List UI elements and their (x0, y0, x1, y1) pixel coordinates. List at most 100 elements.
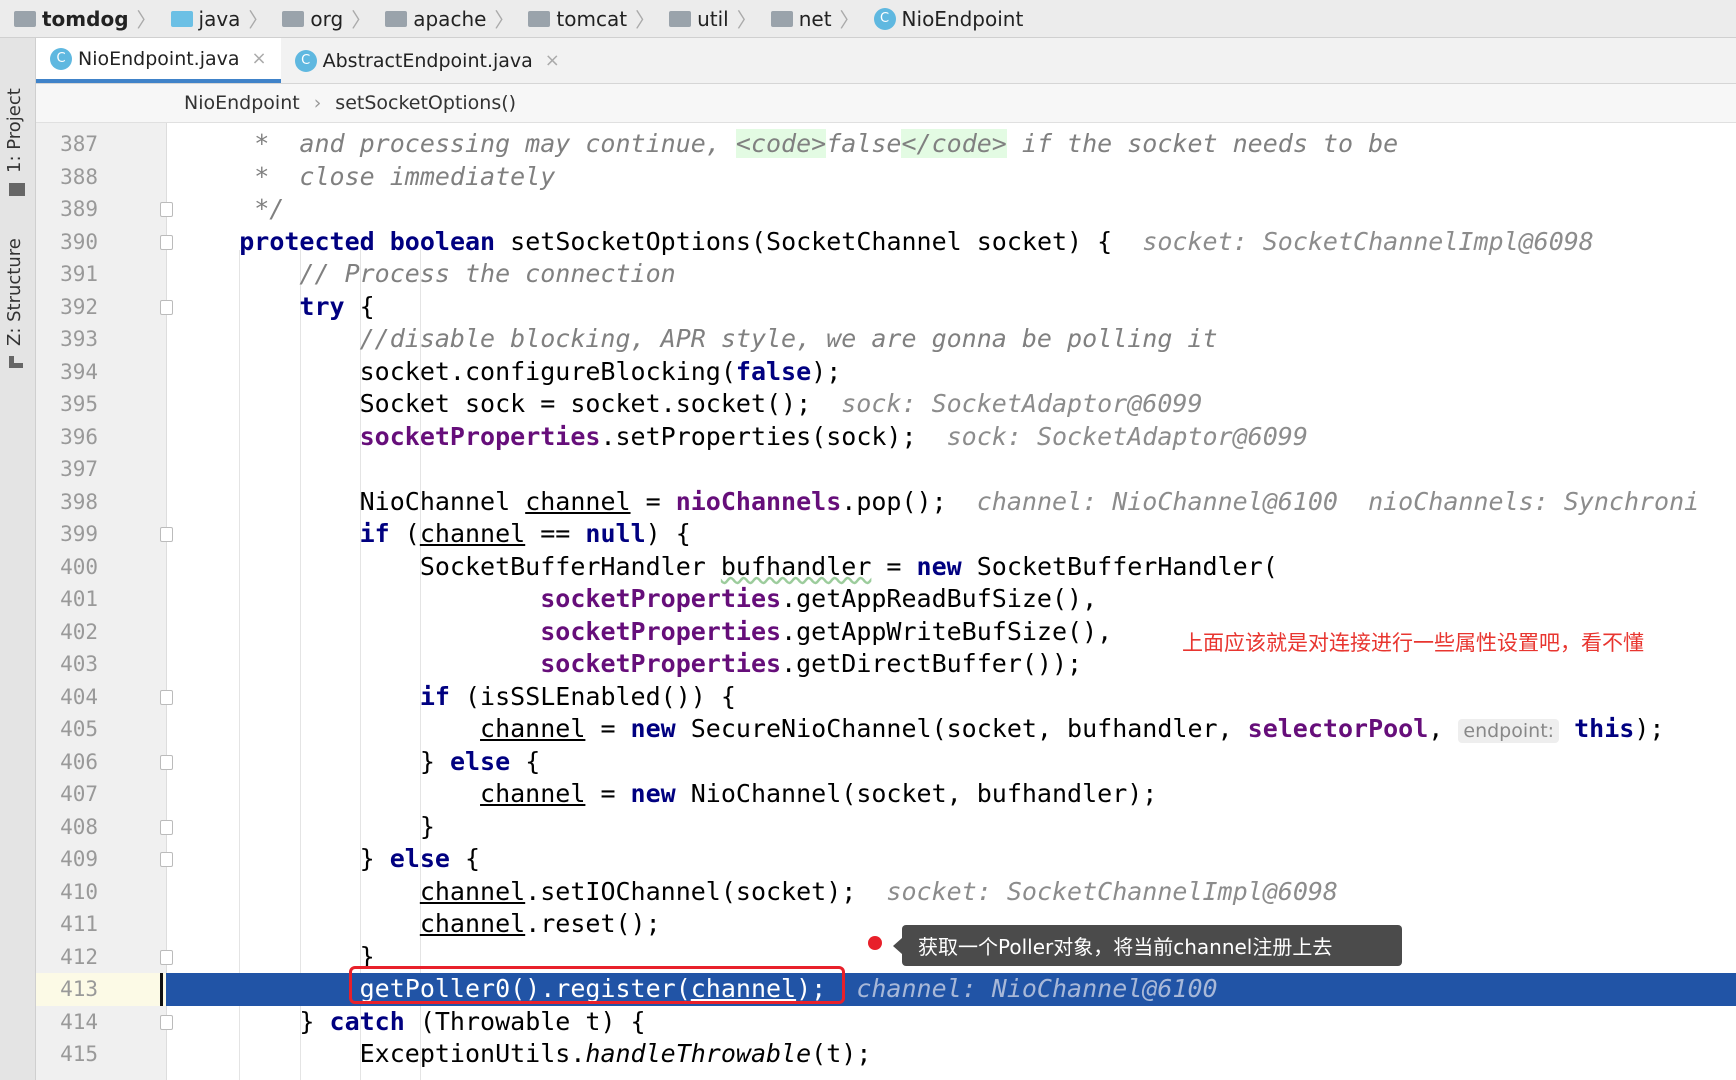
chevron-right-icon: 〉 (494, 8, 515, 32)
field: socketProperties (540, 616, 782, 646)
code-line[interactable]: NioChannel channel = nioChannels.pop(); … (0, 486, 1736, 519)
nav-crumb[interactable]: org 〉 (268, 4, 371, 33)
crumb-label: util (697, 6, 729, 31)
code-token: .pop(); (841, 486, 947, 516)
code-text: socketProperties.setProperties(sock); so… (179, 421, 1308, 454)
comment: * close immediately (179, 161, 556, 191)
tab-nioendpoint[interactable]: C NioEndpoint.java × (36, 38, 281, 83)
code-line[interactable]: channel.reset(); (0, 908, 1736, 941)
code-line[interactable]: } catch (Throwable t) { (0, 1006, 1736, 1039)
nav-crumb[interactable]: apache 〉 (371, 4, 514, 33)
code-text: ExceptionUtils.handleThrowable(t); (179, 1038, 872, 1071)
chevron-right-icon: 〉 (736, 8, 757, 32)
keyword: this (1574, 714, 1635, 743)
code-token: .setProperties(sock); (600, 421, 917, 451)
package-icon (385, 10, 408, 27)
close-icon[interactable]: × (545, 50, 560, 71)
code-text: //disable blocking, APR style, we are go… (179, 323, 1218, 356)
code-token: } (179, 811, 435, 841)
code-token: = (630, 486, 676, 516)
code-line[interactable]: if (isSSLEnabled()) { (0, 681, 1736, 714)
code-text: socketProperties.getAppWriteBufSize(), (179, 616, 1112, 649)
comment: * and processing may continue, (179, 129, 736, 158)
package-icon (528, 10, 551, 27)
keyword: protected (239, 226, 375, 256)
code-line[interactable]: if (channel == null) { (0, 518, 1736, 551)
nav-crumb[interactable]: java 〉 (157, 4, 268, 33)
comment: if the socket needs to be (1006, 129, 1399, 158)
code-line[interactable]: socket.configureBlocking(false); (0, 356, 1736, 389)
chevron-right-icon: 〉 (351, 8, 372, 32)
code-text: channel.setIOChannel(socket); socket: So… (179, 876, 1338, 909)
code-line[interactable] (0, 453, 1736, 486)
code-line[interactable]: SocketBufferHandler bufhandler = new Soc… (0, 551, 1736, 584)
code-line[interactable]: try { (0, 291, 1736, 324)
code-text: Socket sock = socket.socket(); sock: Soc… (179, 388, 1203, 421)
nav-crumb[interactable]: net 〉 (757, 4, 860, 33)
chevron-right-icon: 〉 (136, 8, 157, 32)
code-token: SocketBufferHandler( (961, 551, 1278, 581)
code-text: * and processing may continue, <code>fal… (179, 128, 1398, 161)
code-line[interactable]: //disable blocking, APR style, we are go… (0, 323, 1736, 356)
code-token: .setIOChannel(socket); (525, 876, 857, 906)
nav-crumb[interactable]: C NioEndpoint (860, 7, 1023, 31)
keyword: catch (329, 1006, 405, 1036)
code-text: } else { (179, 843, 480, 876)
code-line[interactable]: ExceptionUtils.handleThrowable(t); (0, 1038, 1736, 1071)
code-line[interactable]: Socket sock = socket.socket(); sock: Soc… (0, 388, 1736, 421)
code-token: } (179, 1006, 330, 1036)
crumb-label: tomdog (42, 6, 129, 31)
code-token: .getAppReadBufSize(), (781, 584, 1098, 613)
code-token: ) { (645, 519, 691, 548)
navigation-bar: tomdog 〉 java 〉 org 〉 apache 〉 tomcat 〉 util 〉 net 〉 C… (0, 0, 1736, 38)
code-line[interactable]: channel = new NioChannel(socket, bufhand… (0, 778, 1736, 811)
nav-crumb[interactable]: tomcat 〉 (514, 4, 655, 33)
code-line[interactable]: channel = new SecureNioChannel(socket, b… (0, 713, 1736, 746)
code-line[interactable]: } else { (0, 843, 1736, 876)
code-line[interactable]: socketProperties.setProperties(sock); so… (0, 421, 1736, 454)
crumb-label: java (198, 6, 241, 31)
code-line[interactable]: protected boolean setSocketOptions(Socke… (0, 226, 1736, 259)
keyword: if (359, 519, 390, 548)
code-token: SocketBufferHandler (179, 551, 721, 581)
package-icon (669, 10, 692, 27)
code-line[interactable]: socketProperties.getAppReadBufSize(), (0, 583, 1736, 616)
comment: false (826, 129, 902, 158)
keyword: else (449, 746, 511, 776)
code-text: } (179, 811, 435, 844)
code-token: { (449, 844, 481, 873)
keyword: if (419, 681, 450, 711)
editor-breadcrumb: NioEndpoint › setSocketOptions() (36, 84, 1736, 123)
nav-crumb[interactable]: util 〉 (655, 4, 757, 33)
comment: */ (179, 194, 285, 223)
line-number[interactable]: 413 (36, 973, 98, 1006)
nav-crumb[interactable]: tomdog 〉 (0, 4, 157, 33)
code-line[interactable]: } else { (0, 746, 1736, 779)
code-line[interactable]: channel.setIOChannel(socket); socket: So… (0, 876, 1736, 909)
variable: channel (480, 714, 586, 743)
keyword: new (630, 714, 676, 743)
code-line[interactable]: */ (0, 193, 1736, 226)
keyword: try (299, 291, 345, 321)
code-token: ); (811, 356, 842, 386)
close-icon[interactable]: × (252, 48, 267, 69)
code-line[interactable]: } (0, 811, 1736, 844)
breadcrumb-method[interactable]: setSocketOptions() (335, 92, 516, 114)
crumb-label: apache (413, 6, 487, 31)
variable: channel (480, 779, 586, 808)
code-text: } catch (Throwable t) { (179, 1006, 645, 1039)
code-line[interactable]: * and processing may continue, <code>fal… (0, 128, 1736, 161)
class-icon: C (294, 49, 317, 72)
code-line[interactable]: * close immediately (0, 161, 1736, 194)
code-text: * close immediately (179, 161, 555, 194)
code-line[interactable]: // Process the connection (0, 258, 1736, 291)
breadcrumb-class[interactable]: NioEndpoint (184, 92, 300, 114)
tab-abstractendpoint[interactable]: C AbstractEndpoint.java × (281, 38, 574, 83)
comment: //disable blocking, APR style, we are go… (179, 324, 1218, 353)
